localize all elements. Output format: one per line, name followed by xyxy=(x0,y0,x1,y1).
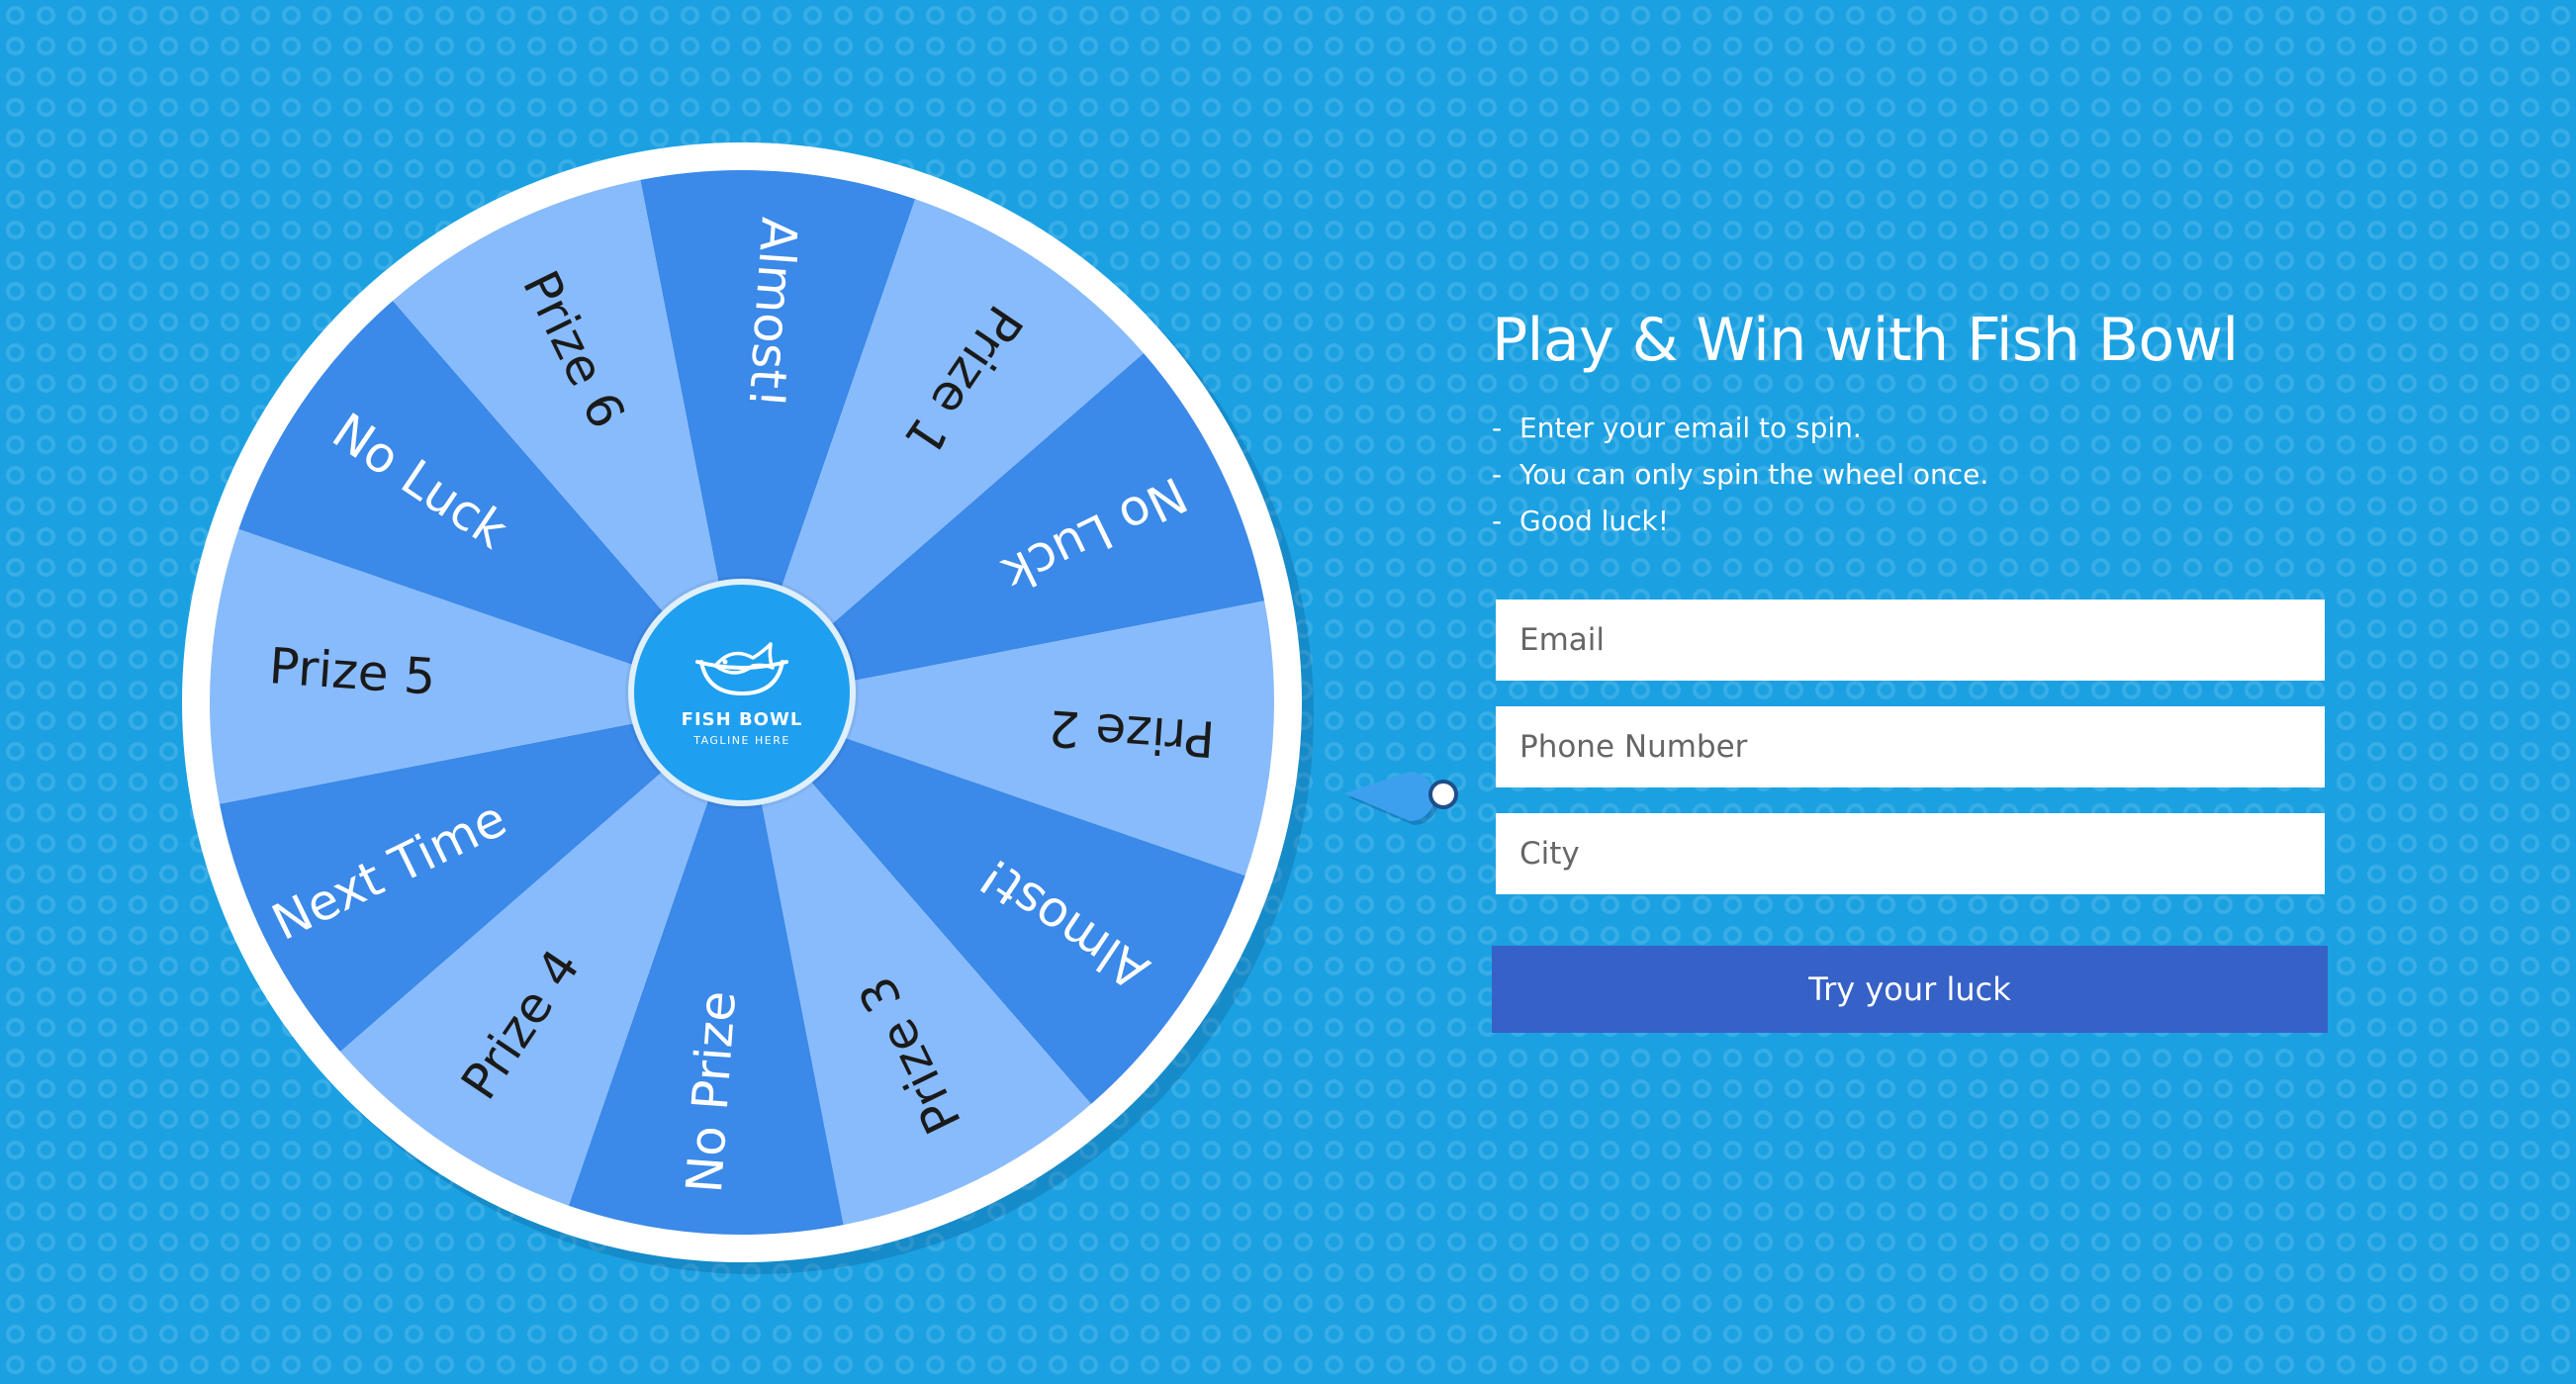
instruction-text: You can only spin the wheel once. xyxy=(1519,458,1989,491)
instructions-list: - Enter your email to spin. - You can only… xyxy=(1492,405,2328,544)
signup-form: Play & Win with Fish Bowl - Enter your em… xyxy=(1492,307,2328,1033)
email-field[interactable] xyxy=(1496,600,2325,681)
fish-bowl-logo-icon xyxy=(695,642,788,696)
hub-brand-name: FISH BOWL xyxy=(681,709,803,730)
hub-tagline: TAGLINE HERE xyxy=(693,734,790,747)
wheel-slice-label: Prize 2 xyxy=(1047,698,1217,768)
instruction-item: - Good luck! xyxy=(1492,498,2328,544)
try-your-luck-button[interactable]: Try your luck xyxy=(1492,946,2328,1033)
page-title: Play & Win with Fish Bowl xyxy=(1492,306,2239,375)
wheel-pointer-icon xyxy=(1344,772,1458,825)
instruction-text: Enter your email to spin. xyxy=(1519,412,1862,444)
wheel-hub[interactable]: FISH BOWL TAGLINE HERE xyxy=(628,579,856,806)
instruction-text: Good luck! xyxy=(1519,505,1669,537)
instruction-item: - Enter your email to spin. xyxy=(1492,405,2328,451)
phone-number-field[interactable] xyxy=(1496,706,2325,787)
prize-wheel[interactable]: Almost! Prize 1 No Luck Prize 2 Almost! Prize… xyxy=(148,109,1458,1336)
instruction-item: - You can only spin the wheel once. xyxy=(1492,451,2328,498)
city-field[interactable] xyxy=(1496,813,2325,894)
wheel-slice-label: Prize 5 xyxy=(267,637,437,706)
